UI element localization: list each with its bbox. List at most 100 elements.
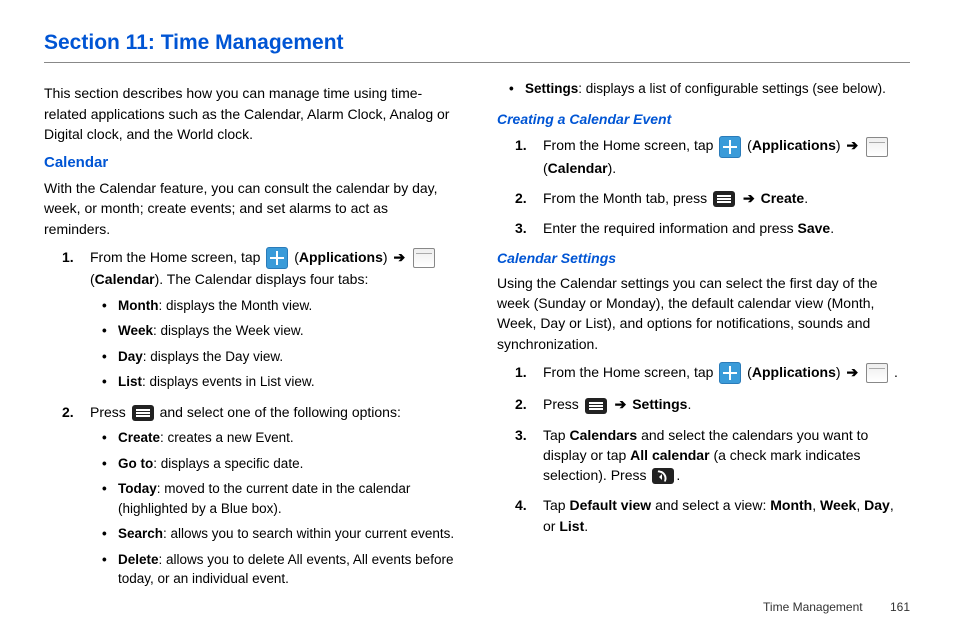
tab-desc: : displays events in List view. <box>142 374 315 389</box>
opt-settings: Settings: displays a list of configurabl… <box>497 79 910 99</box>
opt-desc: : allows you to search within your curre… <box>163 526 454 541</box>
applications-label: Applications <box>752 364 836 380</box>
s-step2-a: Press <box>543 396 579 412</box>
opt-name: Settings <box>525 81 578 96</box>
settings-label: Settings <box>632 396 687 412</box>
arrow-icon: ➔ <box>393 249 405 265</box>
calendar-icon <box>413 248 435 268</box>
creating-step-2: 2. From the Month tab, press ➔ Create. <box>497 188 910 208</box>
tabs-list: Month: displays the Month view. Week: di… <box>90 296 457 392</box>
calendar-label: Calendar <box>95 271 155 287</box>
default-view-label: Default view <box>569 497 651 513</box>
creating-steps: 1. From the Home screen, tap (Applicatio… <box>497 135 910 238</box>
s-step4-c: and select a view: <box>655 497 766 513</box>
all-calendar-label: All calendar <box>630 447 709 463</box>
opt-delete: Delete: allows you to delete All events,… <box>90 550 457 589</box>
back-icon <box>652 468 674 484</box>
opt-desc: : displays a specific date. <box>153 456 303 471</box>
creating-heading: Creating a Calendar Event <box>497 109 910 129</box>
opt-today: Today: moved to the current date in the … <box>90 479 457 518</box>
create-label: Create <box>761 190 805 206</box>
tab-desc: : displays the Week view. <box>153 323 304 338</box>
creating-step-1: 1. From the Home screen, tap (Applicatio… <box>497 135 910 178</box>
section-title: Section 11: Time Management <box>44 28 910 58</box>
settings-steps: 1. From the Home screen, tap (Applicatio… <box>497 362 910 536</box>
tab-name: Week <box>118 323 153 338</box>
calendar-heading: Calendar <box>44 152 457 174</box>
settings-intro: Using the Calendar settings you can sele… <box>497 273 910 354</box>
opt-name: Go to <box>118 456 153 471</box>
opt-desc: : allows you to delete All events, All e… <box>118 552 453 587</box>
applications-icon <box>266 247 288 269</box>
tab-item-list: List: displays events in List view. <box>90 372 457 392</box>
applications-label: Applications <box>299 249 383 265</box>
calendars-label: Calendars <box>569 427 637 443</box>
paren-close: ) <box>383 249 388 265</box>
s-step3-a: Tap <box>543 427 566 443</box>
settings-step-4: 4. Tap Default view and select a view: M… <box>497 495 910 536</box>
opt-name: Today <box>118 481 157 496</box>
page-footer: Time Management 161 <box>763 599 910 616</box>
opt-goto: Go to: displays a specific date. <box>90 454 457 474</box>
applications-label: Applications <box>752 137 836 153</box>
view-day: Day <box>864 497 890 513</box>
settings-step-2: 2. Press ➔ Settings. <box>497 394 910 414</box>
tab-name: Day <box>118 349 143 364</box>
arrow-icon: ➔ <box>846 137 858 153</box>
s-step1-a: From the Home screen, tap <box>543 364 713 380</box>
opt-create: Create: creates a new Event. <box>90 428 457 448</box>
menu-icon <box>132 405 154 421</box>
step1-text-a: From the Home screen, tap <box>90 249 260 265</box>
page-number: 161 <box>890 600 910 614</box>
opt-name: Delete <box>118 552 159 567</box>
c-step1-a: From the Home screen, tap <box>543 137 713 153</box>
step2-text-a: Press <box>90 404 126 420</box>
right-column: Settings: displays a list of configurabl… <box>497 79 910 599</box>
horizontal-rule <box>44 62 910 63</box>
tab-name: Month <box>118 298 158 313</box>
view-week: Week <box>820 497 856 513</box>
calendar-icon <box>866 363 888 383</box>
arrow-icon: ➔ <box>743 190 755 206</box>
right-top-bullets: Settings: displays a list of configurabl… <box>497 79 910 99</box>
save-label: Save <box>797 220 830 236</box>
opt-search: Search: allows you to search within your… <box>90 524 457 544</box>
settings-step-3: 3. Tap Calendars and select the calendar… <box>497 425 910 486</box>
tab-desc: : displays the Month view. <box>158 298 312 313</box>
c-step2-a: From the Month tab, press <box>543 190 707 206</box>
view-list: List <box>559 518 584 534</box>
tab-desc: : displays the Day view. <box>143 349 283 364</box>
applications-icon <box>719 136 741 158</box>
footer-label: Time Management <box>763 600 863 614</box>
options-list: Create: creates a new Event. Go to: disp… <box>90 428 457 589</box>
calendar-steps: 1. From the Home screen, tap (Applicatio… <box>44 247 457 589</box>
menu-icon <box>585 398 607 414</box>
opt-desc: : displays a list of configurable settin… <box>578 81 886 96</box>
tab-item-day: Day: displays the Day view. <box>90 347 457 367</box>
calendar-label: Calendar <box>548 160 608 176</box>
tab-item-week: Week: displays the Week view. <box>90 321 457 341</box>
c-step3: Enter the required information and press <box>543 220 794 236</box>
calendar-icon <box>866 137 888 157</box>
settings-step-1: 1. From the Home screen, tap (Applicatio… <box>497 362 910 384</box>
tab-name: List <box>118 374 142 389</box>
intro-paragraph: This section describes how you can manag… <box>44 83 457 144</box>
arrow-icon: ➔ <box>615 396 627 412</box>
opt-desc: : moved to the current date in the calen… <box>118 481 410 516</box>
tab-item-month: Month: displays the Month view. <box>90 296 457 316</box>
view-month: Month <box>770 497 812 513</box>
step2-text-b: and select one of the following options: <box>160 404 401 420</box>
s-step4-a: Tap <box>543 497 566 513</box>
calendar-intro: With the Calendar feature, you can consu… <box>44 178 457 239</box>
opt-name: Search <box>118 526 163 541</box>
arrow-icon: ➔ <box>846 364 858 380</box>
creating-step-3: 3. Enter the required information and pr… <box>497 218 910 238</box>
opt-desc: : creates a new Event. <box>160 430 294 445</box>
content-columns: This section describes how you can manag… <box>44 79 910 599</box>
applications-icon <box>719 362 741 384</box>
settings-heading: Calendar Settings <box>497 248 910 268</box>
calendar-step-2: 2. Press and select one of the following… <box>44 402 457 589</box>
calendar-step-1: 1. From the Home screen, tap (Applicatio… <box>44 247 457 392</box>
menu-icon <box>713 191 735 207</box>
step1-text-e: ). The Calendar displays four tabs: <box>155 271 369 287</box>
